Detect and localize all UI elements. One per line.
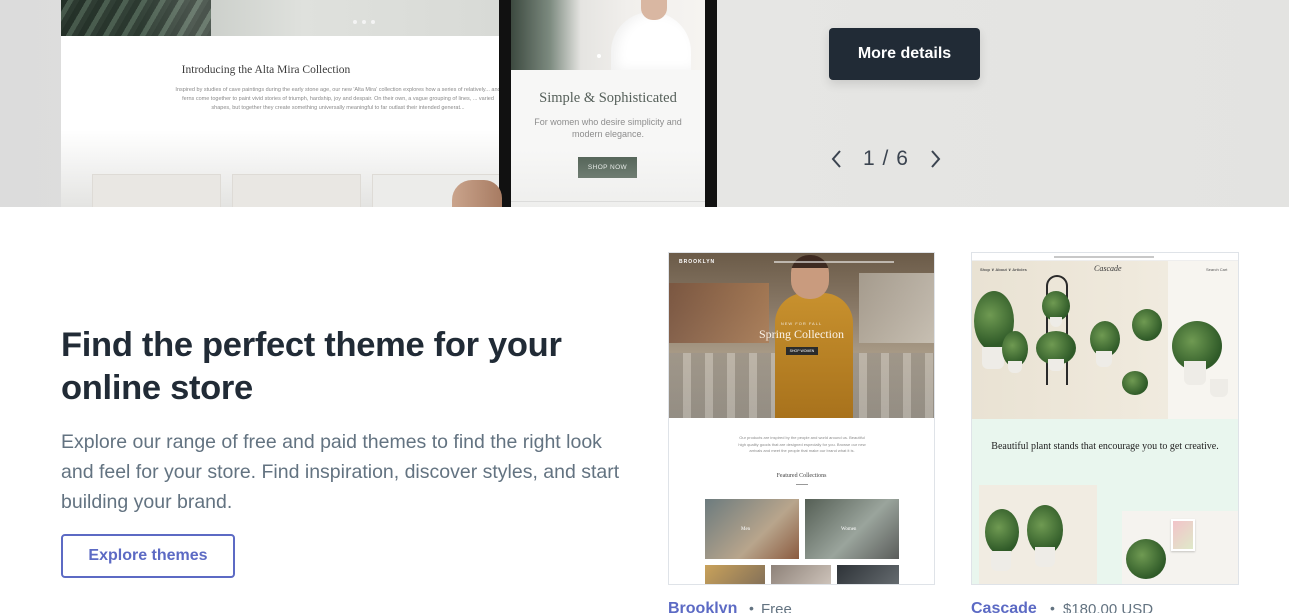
- collection-tile: [837, 565, 899, 584]
- framed-art-image: [1171, 519, 1195, 551]
- caption-separator: •: [1050, 600, 1055, 613]
- next-slide-button[interactable]: [926, 142, 946, 176]
- desktop-preview-slide-dots: [353, 20, 375, 24]
- mobile-preview-shop-button: SHOP NOW: [578, 157, 637, 178]
- slide-separator: /: [882, 147, 890, 170]
- desktop-preview-copy: Inspired by studies of cave paintings du…: [175, 87, 501, 111]
- cascade-preview-tile: [979, 485, 1097, 584]
- more-details-button[interactable]: More details: [829, 28, 980, 80]
- previous-slide-button[interactable]: [826, 142, 846, 176]
- desktop-preview-product-tiles: [92, 174, 501, 207]
- cascade-announcement-bar: [972, 253, 1238, 261]
- collection-tile: [771, 565, 831, 584]
- theme-card-cascade-preview[interactable]: Shop ∨ About ∨ Articles Cascade Search C…: [971, 252, 1239, 585]
- brooklyn-preview-title: Spring Collection: [759, 327, 844, 341]
- brooklyn-preview-kicker: NEW FOR FALL: [780, 321, 823, 326]
- intro-description: Explore our range of free and paid theme…: [61, 431, 620, 513]
- cascade-hero-image: Shop ∨ About ∨ Articles Cascade Search C…: [972, 261, 1238, 419]
- desktop-preview: Introducing the Alta Mira Collection Ins…: [61, 0, 501, 207]
- brooklyn-hero-image: BROOKLYN NEW FOR FALL Spring Collection …: [669, 253, 934, 418]
- brooklyn-preview-nav: BROOKLYN: [669, 259, 934, 267]
- slide-counter: 1 / 6: [863, 147, 909, 171]
- collection-tile-label: Men: [741, 527, 751, 532]
- slide-total: 6: [896, 147, 909, 170]
- collection-tile: Women: [805, 499, 899, 559]
- mobile-preview-copy: For women who desire simplicity and mode…: [534, 117, 682, 139]
- theme-name-brooklyn[interactable]: Brooklyn: [668, 600, 737, 613]
- mobile-preview-title: Simple & Sophisticated: [539, 90, 677, 106]
- brooklyn-preview-brand: BROOKLYN: [679, 259, 716, 265]
- theme-card-brooklyn-preview[interactable]: BROOKLYN NEW FOR FALL Spring Collection …: [668, 252, 935, 585]
- theme-name-cascade[interactable]: Cascade: [971, 600, 1037, 613]
- mobile-preview-screen: Simple & Sophisticated For women who des…: [511, 0, 705, 207]
- chevron-right-icon: [931, 150, 941, 168]
- cascade-preview-logo: Cascade: [1094, 264, 1122, 273]
- brooklyn-preview-featured-heading: Featured Collections: [776, 473, 827, 479]
- cascade-preview-headline: Beautiful plant stands that encourage yo…: [991, 441, 1219, 452]
- desktop-preview-title: Introducing the Alta Mira Collection: [181, 64, 351, 76]
- collection-tile: Men: [705, 499, 799, 559]
- collection-tile: [705, 565, 765, 584]
- collection-tile-label: Women: [841, 527, 857, 532]
- carousel-pager: 1 / 6: [826, 142, 946, 176]
- mobile-preview: Simple & Sophisticated For women who des…: [499, 0, 717, 207]
- caption-separator: •: [749, 600, 754, 613]
- page-heading: Find the perfect theme for your online s…: [61, 326, 562, 407]
- mobile-preview-photo: [511, 0, 705, 70]
- hand-image: [452, 180, 502, 207]
- explore-themes-button[interactable]: Explore themes: [61, 534, 235, 578]
- cascade-preview-nav-right: Search Cart: [1206, 267, 1228, 272]
- brooklyn-preview-copy: Our products are inspired by the people …: [738, 435, 866, 453]
- theme-hero-carousel: Introducing the Alta Mira Collection Ins…: [0, 0, 1289, 207]
- desktop-preview-banner-image: [61, 0, 501, 36]
- slide-current: 1: [863, 147, 876, 170]
- theme-price-brooklyn: Free: [761, 601, 792, 613]
- brooklyn-preview-button: SHOP WOMEN: [786, 347, 818, 355]
- chevron-left-icon: [831, 150, 841, 168]
- theme-price-cascade: $180.00 USD: [1063, 601, 1154, 613]
